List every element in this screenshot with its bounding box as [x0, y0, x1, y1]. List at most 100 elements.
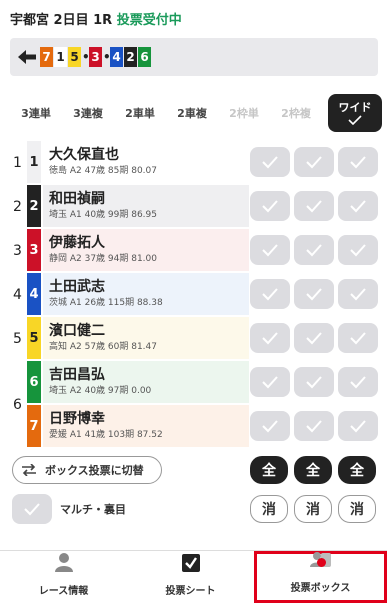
tab-label: 2車単	[125, 107, 155, 120]
race-title: 宇都宮 2日目 1R	[10, 13, 113, 28]
select-checkbox-col2[interactable]	[294, 279, 334, 309]
check-icon	[262, 244, 278, 257]
rider-stats: 静岡 A2 37歳 94期 81.00	[49, 254, 157, 264]
check-icon	[350, 288, 366, 301]
select-all-button-col3[interactable]: 全	[338, 456, 376, 484]
select-checkbox-col2[interactable]	[294, 235, 334, 265]
nav-label: 投票ボックス	[290, 583, 351, 594]
clear-button-col2[interactable]: 消	[294, 495, 332, 523]
multi-checkbox[interactable]	[12, 494, 52, 524]
race-header: 宇都宮 2日目 1R 投票受付中	[10, 9, 182, 28]
nav-item-2[interactable]: 投票シート	[127, 551, 254, 603]
rider-row: 1 1 大久保直也 徳島 A2 47歳 85期 80.07	[10, 141, 378, 184]
frame-number: 1	[13, 155, 22, 171]
select-checkbox-col3[interactable]	[338, 411, 378, 441]
select-checkbox-col1[interactable]	[250, 323, 290, 353]
frame-number: 4	[13, 287, 22, 303]
rider-row: 3 3 伊藤拓人 静岡 A2 37歳 94期 81.00	[10, 229, 378, 272]
rider-row: 5 5 濱口健二 高知 A2 57歳 60期 81.47	[10, 317, 378, 360]
select-checkbox-col3[interactable]	[338, 147, 378, 177]
check-icon	[24, 503, 40, 516]
tab-2[interactable]: 3連複	[62, 92, 114, 134]
rider-name: 和田禎嗣	[49, 191, 105, 207]
rider-row: 6 6 吉田昌弘 埼玉 A2 40歳 97期 0.00	[10, 361, 378, 413]
check-icon	[262, 156, 278, 169]
clear-button-col1[interactable]: 消	[250, 495, 288, 523]
select-checkbox-col1[interactable]	[250, 147, 290, 177]
tab-1[interactable]: 3連単	[10, 92, 62, 134]
selected-numbers: 7 1 5 • 3 • 4 2 6	[40, 47, 152, 67]
tab-5: 2枠単	[218, 92, 270, 134]
select-checkbox-col2[interactable]	[294, 367, 334, 397]
check-icon	[262, 376, 278, 389]
rider-info: 土田武志 茨城 A1 26歳 115期 88.38	[43, 273, 249, 315]
tab-label: 3連単	[21, 107, 51, 120]
tab-7[interactable]: ワイド	[328, 94, 382, 132]
tab-label: 2枠単	[229, 107, 259, 120]
voting-status: 投票受付中	[116, 13, 182, 28]
check-icon	[350, 376, 366, 389]
rider-stats: 高知 A2 57歳 60期 81.47	[49, 342, 157, 352]
select-checkbox-col3[interactable]	[338, 191, 378, 221]
select-checkbox-col1[interactable]	[250, 411, 290, 441]
rider-row: 4 4 土田武志 茨城 A1 26歳 115期 88.38	[10, 273, 378, 316]
rider-info: 吉田昌弘 埼玉 A2 40歳 97期 0.00	[43, 361, 249, 403]
select-checkbox-col2[interactable]	[294, 323, 334, 353]
tab-4[interactable]: 2車複	[166, 92, 218, 134]
select-checkbox-col2[interactable]	[294, 147, 334, 177]
check-icon	[306, 376, 322, 389]
clear-button-col3[interactable]: 消	[338, 495, 376, 523]
select-checkbox-col1[interactable]	[250, 367, 290, 397]
select-checkbox-col1[interactable]	[250, 235, 290, 265]
selected-number-chip: 7	[40, 47, 53, 67]
rider-stats: 愛媛 A1 41歳 103期 87.52	[49, 430, 163, 440]
separator-dot: •	[103, 50, 111, 64]
frame-number: 2	[13, 199, 22, 215]
nav-item-1[interactable]: レース情報	[0, 551, 127, 603]
check-icon	[306, 288, 322, 301]
rider-number: 5	[27, 317, 41, 359]
select-checkbox-col2[interactable]	[294, 411, 334, 441]
check-icon	[262, 420, 278, 433]
rider-name: 土田武志	[49, 279, 105, 295]
check-icon	[350, 420, 366, 433]
select-checkbox-col2[interactable]	[294, 191, 334, 221]
rider-name: 日野博幸	[49, 411, 105, 427]
person-icon	[52, 550, 76, 577]
tab-label: 2車複	[177, 107, 207, 120]
check-icon	[306, 156, 322, 169]
rider-number: 3	[27, 229, 41, 271]
multi-label: マルチ・裏目	[60, 503, 126, 516]
nav-item-3[interactable]: 投票ボックス	[254, 551, 387, 603]
select-all-button-col1[interactable]: 全	[250, 456, 288, 484]
checkbox-icon	[180, 552, 202, 577]
rider-info: 日野博幸愛媛 A1 41歳 103期 87.52	[43, 405, 249, 447]
rider-row: 7 日野博幸 愛媛 A1 41歳 103期 87.52	[10, 405, 378, 448]
rider-number: 4	[27, 273, 41, 315]
check-icon	[350, 332, 366, 345]
select-checkbox-col3[interactable]	[338, 279, 378, 309]
rider-row: 2 2 和田禎嗣 埼玉 A1 40歳 99期 86.95	[10, 185, 378, 228]
tab-label: ワイド	[338, 100, 372, 114]
check-icon	[306, 200, 322, 213]
rider-name: 濱口健二	[49, 323, 105, 339]
separator-dot: •	[82, 50, 90, 64]
select-checkbox-col1[interactable]	[250, 191, 290, 221]
rider-info: 濱口健二高知 A2 57歳 60期 81.47	[43, 317, 249, 359]
box-vote-toggle-button[interactable]: ボックス投票に切替	[12, 456, 162, 484]
frame-number: 3	[13, 243, 22, 259]
back-arrow-icon[interactable]	[16, 46, 38, 68]
tab-3[interactable]: 2車単	[114, 92, 166, 134]
tab-6: 2枠複	[270, 92, 322, 134]
select-all-button-col2[interactable]: 全	[294, 456, 332, 484]
check-icon	[306, 244, 322, 257]
notification-dot	[317, 558, 326, 567]
select-checkbox-col3[interactable]	[338, 323, 378, 353]
select-checkbox-col3[interactable]	[338, 367, 378, 397]
check-icon	[348, 114, 362, 128]
selected-number-chip: 3	[89, 47, 102, 67]
select-checkbox-col3[interactable]	[338, 235, 378, 265]
check-icon	[306, 420, 322, 433]
rider-info: 伊藤拓人 静岡 A2 37歳 94期 81.00	[43, 229, 249, 271]
select-checkbox-col1[interactable]	[250, 279, 290, 309]
